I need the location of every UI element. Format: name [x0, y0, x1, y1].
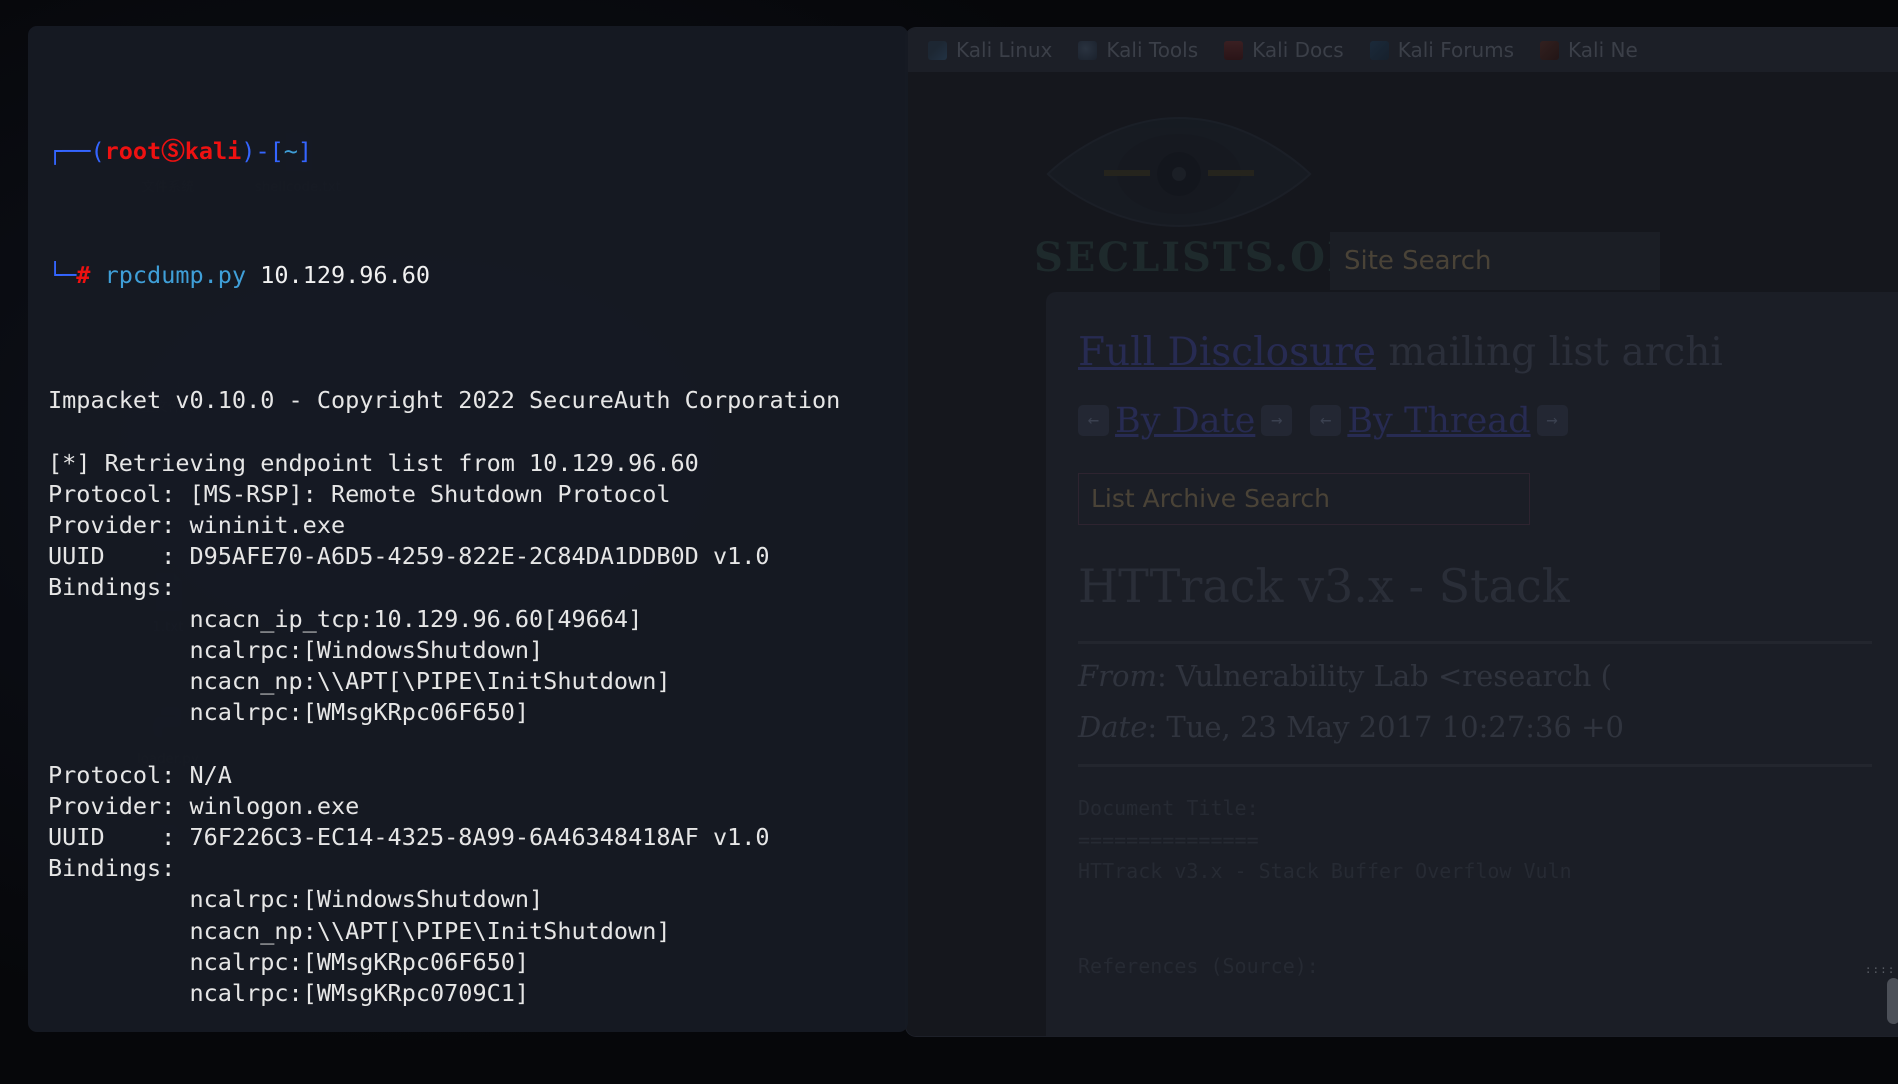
site-search-input[interactable]	[1330, 232, 1660, 290]
terminal-line: Bindings:	[48, 573, 176, 602]
terminal-output: ┌──(rootⓈkali)-[~] └─# rpcdump.py 10.129…	[28, 42, 908, 1032]
terminal-line: Impacket v0.10.0 - Copyright 2022 Secure…	[48, 386, 841, 415]
article-date: Date: Tue, 23 May 2017 10:27:36 +0	[1078, 709, 1872, 746]
kali-tools-icon	[1078, 40, 1098, 60]
bookmark-label: Kali Tools	[1106, 38, 1199, 62]
nav-by-date[interactable]: ← By Date →	[1078, 401, 1293, 441]
article-title: HTTrack v3.x - Stack	[1078, 558, 1570, 613]
terminal-line: ncalrpc:[WindowsShutdown]	[48, 635, 544, 664]
terminal-line: ncalrpc:[WindowsShutdown]	[48, 885, 544, 914]
terminal-line: Provider: wininit.exe	[48, 511, 346, 540]
bookmark-label: Kali Ne	[1568, 38, 1638, 62]
arrow-right-icon[interactable]: →	[1261, 405, 1293, 437]
screen-root: 文件系统 shellcode.txt 主文件夹 1.txt	[0, 0, 1898, 1084]
scrollbar-dots: :::::	[1864, 963, 1898, 976]
prompt-dash: -	[255, 136, 270, 165]
terminal-line: UUID : D95AFE70-A6D5-4259-822E-2C84DA1DD…	[48, 542, 770, 571]
prompt-branch-top: ┌──	[48, 136, 91, 165]
arrow-left-icon[interactable]: ←	[1078, 405, 1109, 437]
command-arg: 10.129.96.60	[260, 261, 431, 290]
terminal-line: ncacn_np:\\APT[\PIPE\InitShutdown]	[48, 916, 671, 945]
prompt-line-1: ┌──(rootⓈkali)-[~]	[48, 136, 888, 167]
terminal-line: UUID : 76F226C3-EC14-4325-8A99-6A4634841…	[48, 823, 770, 852]
date-value: : Tue, 23 May 2017 10:27:36 +0	[1147, 710, 1624, 744]
terminal-line: ncalrpc:[WMsgKRpc0709C1]	[48, 979, 530, 1008]
bookmark-kali-linux[interactable]: Kali Linux	[928, 38, 1052, 62]
prompt-bracket-close: ]	[297, 136, 313, 165]
prompt-line-2: └─# rpcdump.py 10.129.96.60	[48, 260, 888, 291]
nav-by-thread[interactable]: ← By Thread →	[1310, 401, 1568, 441]
terminal-line: Protocol: [MS-RSP]: Remote Shutdown Prot…	[48, 479, 671, 508]
prompt-host: kali	[184, 136, 242, 165]
kali-linux-icon	[928, 40, 947, 60]
site-header: SECLISTS.ORG	[906, 72, 1898, 292]
bookmark-kali-net[interactable]: Kali Ne	[1540, 38, 1638, 62]
terminal-line: ncacn_ip_tcp:10.129.96.60[49664]	[48, 604, 643, 633]
terminal-line: ncalrpc:[WMsgKRpc06F650]	[48, 947, 530, 976]
from-value: : Vulnerability Lab <research (	[1156, 658, 1612, 693]
arrow-left-icon[interactable]: ←	[1310, 405, 1342, 437]
terminal-output-lines: Impacket v0.10.0 - Copyright 2022 Secure…	[48, 385, 888, 1032]
nav-label[interactable]: By Date	[1115, 401, 1255, 441]
from-label: From	[1078, 658, 1157, 693]
bookmark-kali-forums[interactable]: Kali Forums	[1369, 38, 1515, 62]
divider	[1078, 640, 1872, 644]
browser-window[interactable]: Kali Linux Kali Tools Kali Docs Kali For…	[906, 28, 1898, 1036]
command-name: rpcdump.py	[104, 261, 247, 290]
bookmark-label: Kali Linux	[956, 38, 1053, 62]
terminal-line: Protocol: N/A	[48, 760, 232, 789]
kali-net-icon	[1540, 40, 1560, 60]
prompt-paren-open: (	[90, 136, 105, 165]
prompt-paren-close: )	[241, 136, 256, 165]
site-content-panel: Full Disclosure mailing list archi ← By …	[1046, 292, 1898, 1036]
list-archive-search-input[interactable]	[1078, 472, 1530, 525]
archive-nav: ← By Date → ← By Thread →	[1078, 401, 1872, 441]
prompt-branch-bottom: └─	[48, 261, 77, 290]
bookmark-kali-tools[interactable]: Kali Tools	[1078, 38, 1198, 62]
page-scrollbar-thumb[interactable]	[1887, 978, 1898, 1024]
article-from: From: Vulnerability Lab <research (	[1078, 658, 1872, 695]
terminal-line: Provider: winlogon.exe	[48, 791, 360, 820]
kali-docs-icon	[1224, 40, 1244, 60]
kali-forums-icon	[1369, 40, 1389, 60]
prompt-hash: #	[76, 261, 91, 290]
terminal-line: ncalrpc:[WMsgKRpc06F650]	[48, 698, 530, 727]
nav-label[interactable]: By Thread	[1347, 401, 1530, 441]
bookmark-kali-docs[interactable]: Kali Docs	[1224, 38, 1344, 62]
web-page: SECLISTS.ORG Full Disclosure mailing lis…	[906, 72, 1898, 1036]
bookmark-label: Kali Docs	[1252, 38, 1344, 62]
page-title-rest: mailing list archi	[1375, 330, 1723, 375]
prompt-cwd: ~	[283, 136, 298, 165]
divider	[1078, 764, 1872, 768]
terminal-line: ncacn_np:\\APT[\PIPE\InitShutdown]	[48, 667, 671, 696]
terminal-window[interactable]: ┌──(rootⓈkali)-[~] └─# rpcdump.py 10.129…	[28, 26, 908, 1032]
prompt-user: root	[104, 136, 162, 165]
seclists-eye-logo-icon	[1046, 116, 1312, 228]
bookmarks-bar: Kali Linux Kali Tools Kali Docs Kali For…	[906, 28, 1898, 72]
full-disclosure-link[interactable]: Full Disclosure	[1078, 330, 1376, 375]
bookmark-label: Kali Forums	[1397, 38, 1515, 62]
terminal-line: [*] Retrieving endpoint list from 10.129…	[48, 448, 699, 477]
article-body: Document Title: =============== HTTrack …	[1078, 796, 1572, 979]
kali-dragon-icon: Ⓢ	[161, 136, 185, 165]
page-title: Full Disclosure mailing list archi	[1078, 330, 1872, 375]
terminal-line: Bindings:	[48, 854, 176, 883]
date-label: Date	[1078, 710, 1148, 744]
arrow-right-icon[interactable]: →	[1536, 405, 1568, 437]
prompt-bracket-open: [	[269, 136, 284, 165]
